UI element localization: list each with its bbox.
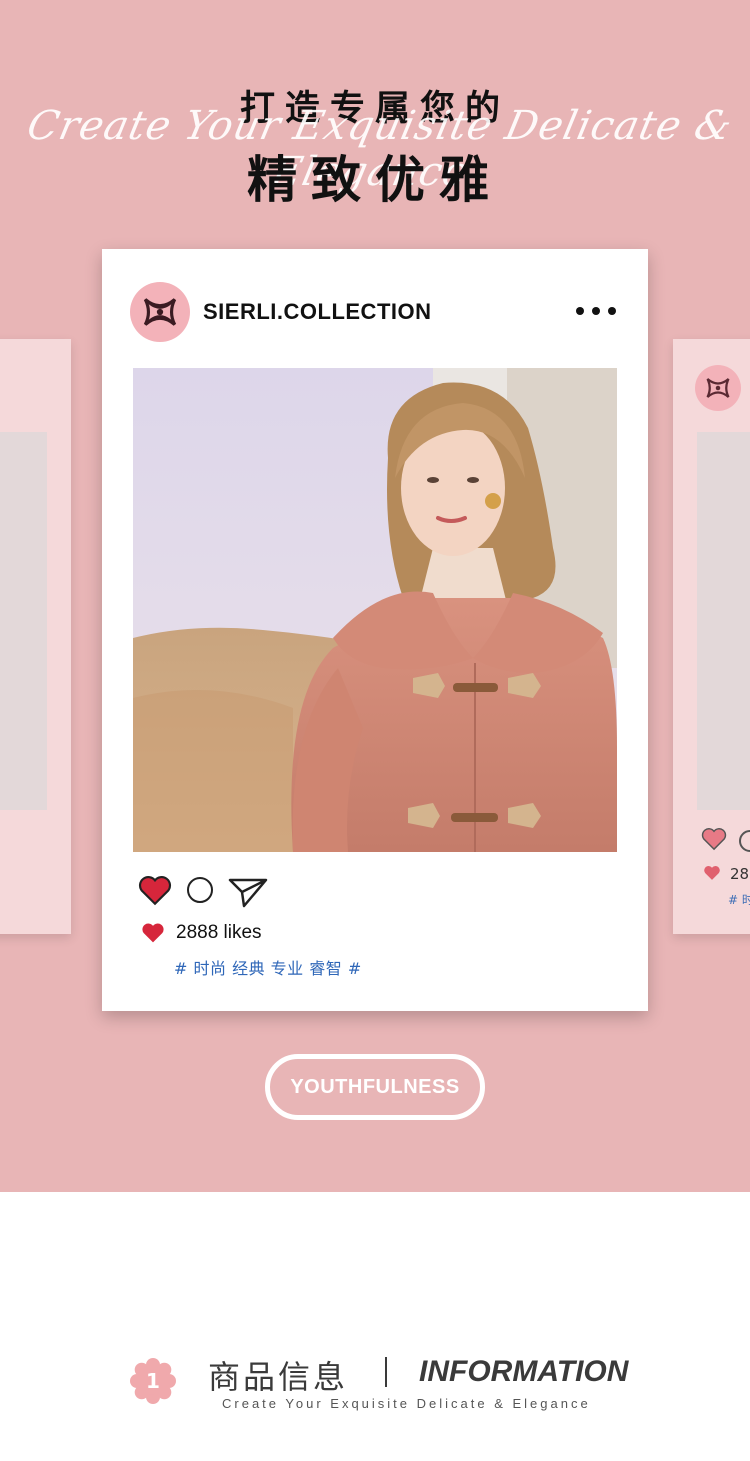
heart-icon[interactable]: [701, 827, 727, 851]
post-photo[interactable]: [133, 368, 617, 852]
headline-main: 精致优雅: [247, 151, 503, 209]
logo-icon: [143, 298, 177, 326]
hashtags[interactable]: # 时尚 经典 专业 睿智 #: [174, 955, 362, 979]
comment-icon[interactable]: [187, 877, 213, 903]
hashtags: # 时: [728, 893, 750, 907]
side-card-left[interactable]: [0, 339, 71, 934]
section-title-en: INFORMATION: [419, 1355, 629, 1388]
likes-count: 2888 likes: [176, 922, 262, 943]
side-card-image: [697, 432, 750, 810]
heart-icon: [142, 923, 164, 943]
section-subtitle: Create Your Exquisite Delicate & Eleganc…: [222, 1396, 591, 1411]
youthfulness-button[interactable]: YOUTHFULNESS: [265, 1054, 485, 1120]
heart-icon: [704, 866, 720, 880]
logo-icon: [695, 365, 741, 411]
more-icon[interactable]: [576, 304, 616, 318]
avatar[interactable]: [130, 282, 190, 342]
dot: [592, 307, 600, 315]
section-title-cn: 商品信息: [208, 1358, 349, 1396]
flower-badge-icon: 1: [130, 1358, 176, 1404]
comment-icon[interactable]: [739, 830, 750, 852]
dot: [608, 307, 616, 315]
likes-count: 28: [730, 865, 750, 883]
section-number: 1: [146, 1369, 160, 1393]
account-name[interactable]: SIERLI.COLLECTION: [203, 299, 432, 325]
share-icon[interactable]: [228, 876, 268, 908]
post-card: SIERLI.COLLECTION 2888 likes # 时尚 经典 专业 …: [102, 249, 648, 1011]
side-card-image: [0, 432, 47, 810]
dot: [576, 307, 584, 315]
side-card-right[interactable]: 28 # 时: [673, 339, 750, 934]
heart-icon[interactable]: [138, 875, 172, 906]
hero-section: 打造专属您的 Create Your Exquisite Delicate & …: [0, 0, 750, 1192]
divider: [385, 1357, 387, 1387]
